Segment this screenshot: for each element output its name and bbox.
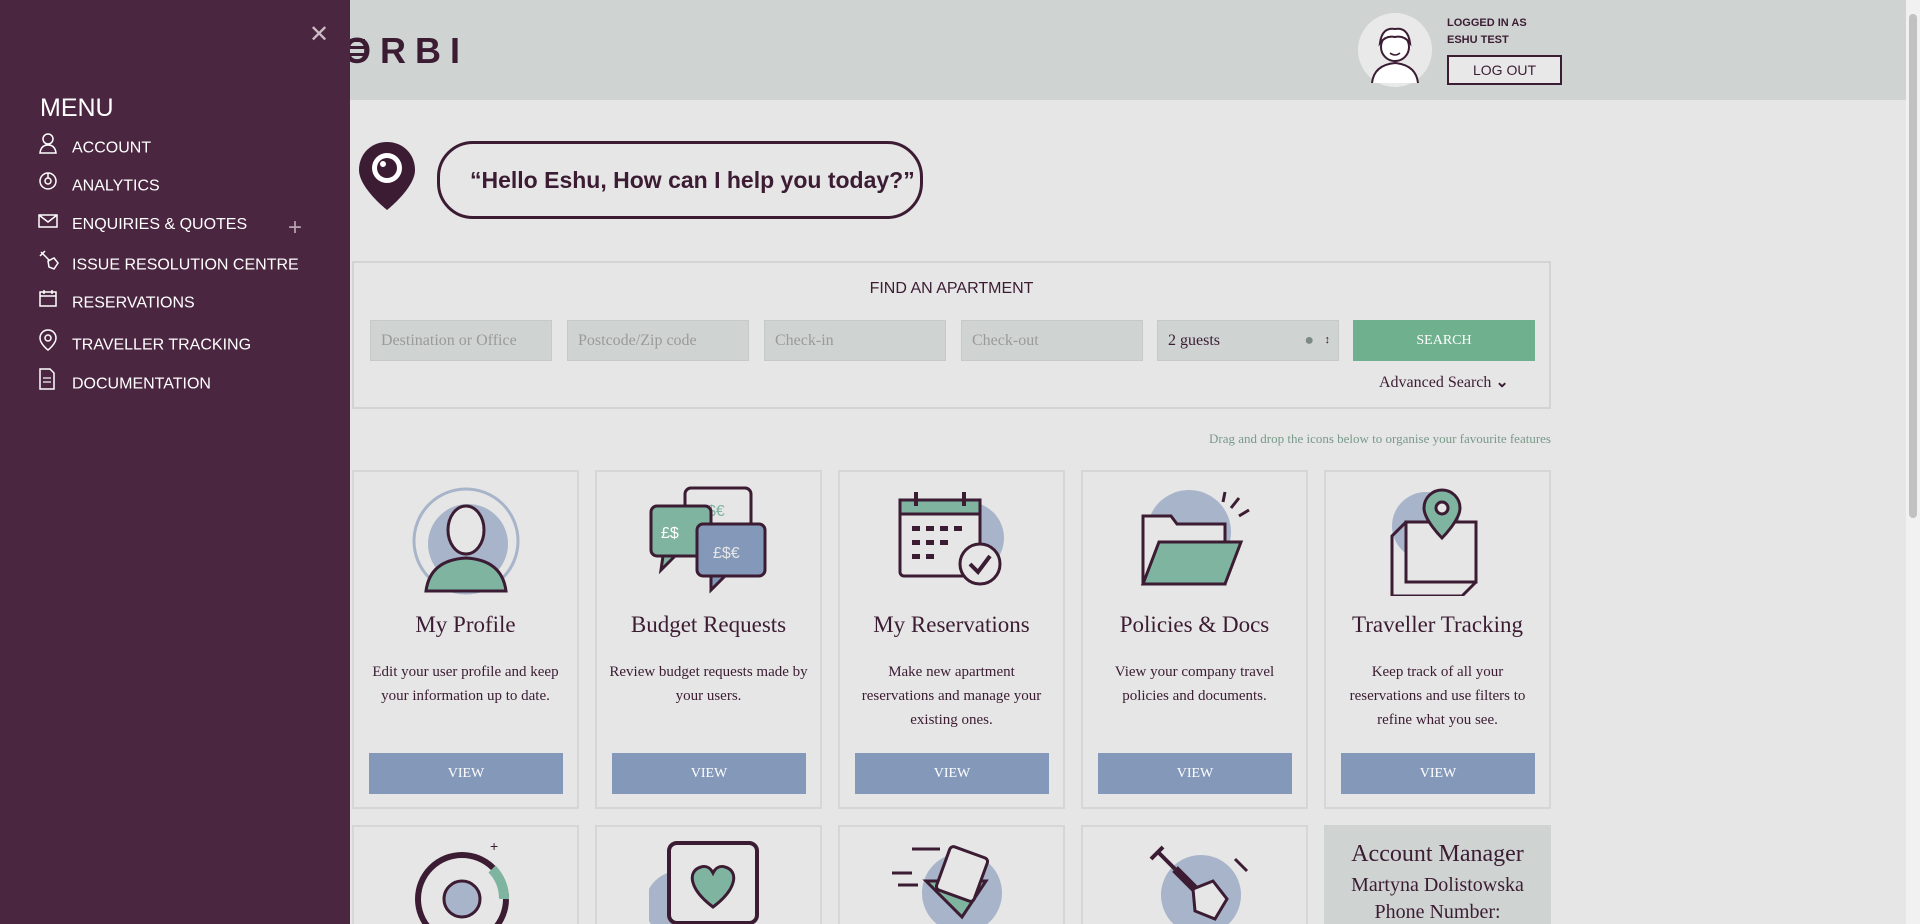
view-button[interactable]: VIEW [612,753,806,794]
view-button[interactable]: VIEW [855,753,1049,794]
menu-item-label: TRAVELLER TRACKING [72,336,252,354]
chevron-down-icon: ⌄ [1495,374,1509,391]
find-apartment-title: FIND AN APARTMENT [869,280,1034,297]
page-scrollbar[interactable] [1906,0,1920,924]
card-budget-requests: $€ £$ £$€ Budget Requests Review budget … [595,470,822,809]
card-title: My Profile [415,612,516,637]
menu-item-documentation[interactable]: DOCUMENTATION [38,368,318,398]
wrench-hand-icon [1149,845,1249,924]
close-icon[interactable]: ✕ [309,20,329,49]
card-enquiries [838,825,1065,924]
expand-plus-icon[interactable]: + [288,214,302,242]
user-name: ESHU TEST [1447,34,1509,46]
card-title: Budget Requests [630,612,787,637]
menu-item-label: ACCOUNT [72,139,152,157]
location-pin-icon [38,328,72,363]
calendar-check-icon [892,486,1012,596]
menu-item-label: DOCUMENTATION [72,375,211,393]
account-manager-phone-label: Phone Number: [1374,901,1501,923]
side-menu: ✕ MENU ACCOUNT ANALYTICS ENQUIRIES & QUO… [0,0,350,924]
menu-item-label: ENQUIRIES & QUOTES [72,216,248,234]
account-manager-title: Account Manager [1351,841,1524,867]
greeting-bubble: “Hello Eshu, How can I help you today?” [437,141,923,219]
card-issue-resolution [1081,825,1308,924]
svg-text:£$€: £$€ [713,545,740,562]
card-traveller-tracking: Traveller Tracking Keep track of all you… [1324,470,1551,809]
menu-item-traveller-tracking[interactable]: TRAVELLER TRACKING [38,328,318,358]
svg-text:+: + [490,841,498,854]
profile-icon [406,486,526,596]
menu-item-issue-resolution[interactable]: ISSUE RESOLUTION CENTRE [38,249,318,279]
card-title: Policies & Docs [1119,612,1270,637]
guests-select[interactable]: 2 guests ● ↕ [1157,320,1339,361]
card-description: View your company travel policies and do… [1114,664,1275,704]
search-button[interactable]: SEARCH [1353,320,1535,361]
avatar [1358,13,1432,87]
menu-item-label: ISSUE RESOLUTION CENTRE [72,256,299,274]
analytics-icon [38,171,72,202]
logged-in-label: LOGGED IN AS ESHU TEST [1447,15,1527,49]
document-icon [38,368,72,401]
menu-title: MENU [40,94,114,122]
view-button[interactable]: VIEW [1341,753,1535,794]
svg-text:£$: £$ [661,525,679,542]
menu-item-account[interactable]: ACCOUNT [38,132,318,162]
advanced-search-label: Advanced Search [1379,374,1492,391]
updown-arrows-icon: ↕ [1324,334,1331,346]
card-policies-docs: Policies & Docs View your company travel… [1081,470,1308,809]
budget-chat-icon: $€ £$ £$€ [649,486,769,596]
destination-input[interactable]: Destination or Office [370,320,552,361]
logo[interactable]: ORBI [343,30,469,72]
account-manager-panel: Account Manager Martyna Dolistowska Phon… [1324,825,1551,924]
folder-icon [1135,486,1255,596]
person-icon: ● [1304,332,1314,349]
menu-item-reservations[interactable]: RESERVATIONS [38,288,318,318]
card-my-profile: My Profile Edit your user profile and ke… [352,470,579,809]
menu-item-analytics[interactable]: ANALYTICS [38,171,318,201]
view-button[interactable]: VIEW [369,753,563,794]
account-manager-name: Martyna Dolistowska [1351,874,1524,896]
advanced-search-link[interactable]: Advanced Search ⌄ [1379,372,1509,392]
map-pin-icon [1378,486,1498,598]
view-button[interactable]: VIEW [1098,753,1292,794]
card-analytics: + [352,825,579,924]
card-description: Review budget requests made by your user… [609,664,808,704]
checkin-input[interactable]: Check-in [764,320,946,361]
card-favourites [595,825,822,924]
tools-icon [38,249,72,282]
logged-in-as-text: LOGGED IN AS [1447,17,1527,29]
drag-drop-hint: Drag and drop the icons below to organis… [1209,431,1551,446]
send-envelope-icon [892,845,1002,924]
scrollbar-thumb[interactable] [1909,14,1917,518]
menu-item-label: ANALYTICS [72,177,160,195]
menu-item-label: RESERVATIONS [72,294,195,312]
location-pin-icon [357,140,417,217]
card-description: Keep track of all your reservations and … [1349,664,1526,728]
user-icon [38,132,72,165]
card-description: Make new apartment reservations and mana… [861,664,1042,728]
card-title: My Reservations [873,612,1030,637]
checkout-input[interactable]: Check-out [961,320,1143,361]
calendar-icon [38,288,72,319]
menu-item-enquiries[interactable]: ENQUIRIES & QUOTES [38,210,318,240]
heart-chat-icon [649,841,759,924]
analytics-chart-icon: + [415,841,509,924]
postcode-input[interactable]: Postcode/Zip code [567,320,749,361]
envelope-icon [38,210,72,240]
logout-button[interactable]: LOG OUT [1447,55,1562,85]
card-my-reservations: My Reservations Make new apartment reser… [838,470,1065,809]
card-description: Edit your user profile and keep your inf… [372,664,559,704]
find-apartment-panel: FIND AN APARTMENT Destination or Office … [352,261,1551,409]
card-title: Traveller Tracking [1351,612,1523,637]
guests-value: 2 guests [1168,332,1220,349]
